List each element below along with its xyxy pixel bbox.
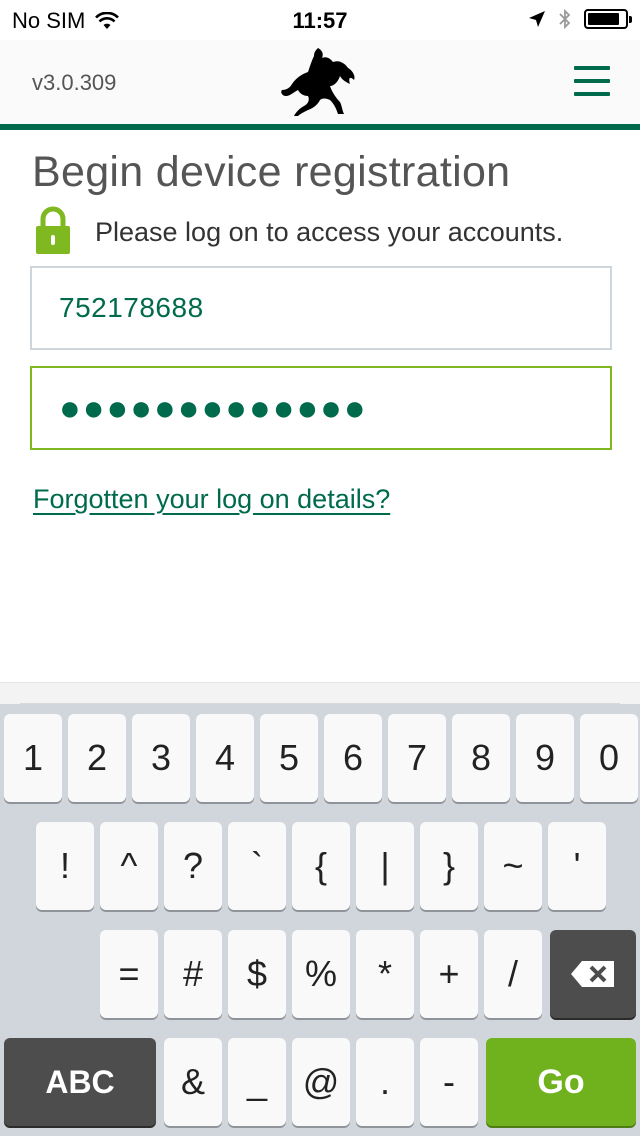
key-symbol[interactable]: + <box>420 930 478 1018</box>
key-symbol[interactable]: ' <box>548 822 606 910</box>
backspace-key[interactable] <box>550 930 636 1018</box>
key-symbol[interactable]: } <box>420 822 478 910</box>
key-symbol[interactable]: ^ <box>100 822 158 910</box>
key-3[interactable]: 3 <box>132 714 190 802</box>
key-2[interactable]: 2 <box>68 714 126 802</box>
key-symbol[interactable]: / <box>484 930 542 1018</box>
battery-icon <box>584 9 632 29</box>
battery-fill <box>588 13 619 25</box>
hamburger-menu-icon <box>574 92 610 96</box>
forgotten-details-link[interactable]: Forgotten your log on details? <box>33 484 390 515</box>
abc-key[interactable]: ABC <box>4 1038 156 1126</box>
key-symbol[interactable]: # <box>164 930 222 1018</box>
intro-text: Please log on to access your accounts. <box>95 217 564 247</box>
padlock-icon <box>36 206 70 254</box>
user-id-field[interactable]: 752178688 <box>30 266 612 350</box>
key-symbol[interactable]: _ <box>228 1038 286 1126</box>
header-divider <box>0 124 640 130</box>
key-4[interactable]: 4 <box>196 714 254 802</box>
app-header: v3.0.309 <box>0 40 640 124</box>
key-symbol[interactable]: . <box>356 1038 414 1126</box>
key-symbol[interactable]: { <box>292 822 350 910</box>
backspace-icon <box>571 961 614 987</box>
key-symbol[interactable]: & <box>164 1038 222 1126</box>
hamburger-menu-icon <box>574 79 610 83</box>
key-symbol[interactable]: | <box>356 822 414 910</box>
keyboard: 1 2 3 4 5 6 7 8 9 0! ^? `{|} ~ ' = # $% * + / ABC & _ @. - Go <box>0 704 640 1136</box>
key-symbol[interactable]: = <box>100 930 158 1018</box>
password-value: ●●●●●●●●●●●●● <box>59 387 368 428</box>
key-symbol[interactable]: % <box>292 930 350 1018</box>
bluetooth-icon <box>559 8 571 30</box>
key-symbol[interactable]: ` <box>228 822 286 910</box>
key-8[interactable]: 8 <box>452 714 510 802</box>
go-key[interactable]: Go <box>486 1038 636 1126</box>
password-field[interactable]: ●●●●●●●●●●●●● <box>30 366 612 450</box>
key-symbol[interactable]: ! <box>36 822 94 910</box>
menu-button[interactable] <box>574 66 610 98</box>
key-symbol[interactable]: * <box>356 930 414 1018</box>
key-symbol[interactable]: $ <box>228 930 286 1018</box>
page-title: Begin device registration <box>32 148 511 196</box>
hamburger-menu-icon <box>574 66 610 70</box>
key-5[interactable]: 5 <box>260 714 318 802</box>
location-arrow-icon <box>529 11 545 27</box>
status-bar: No SIM 11:57 <box>0 0 640 40</box>
version-label: v3.0.309 <box>32 70 117 95</box>
key-0[interactable]: 0 <box>580 714 638 802</box>
key-symbol[interactable]: ? <box>164 822 222 910</box>
key-symbol[interactable]: ~ <box>484 822 542 910</box>
key-6[interactable]: 6 <box>324 714 382 802</box>
black-horse-logo <box>281 48 355 116</box>
key-symbol[interactable]: - <box>420 1038 478 1126</box>
key-1[interactable]: 1 <box>4 714 62 802</box>
key-symbol[interactable]: @ <box>292 1038 350 1126</box>
keyboard-toolbar <box>0 682 640 705</box>
key-9[interactable]: 9 <box>516 714 574 802</box>
status-right <box>528 8 632 30</box>
user-id-value: 752178688 <box>59 292 204 323</box>
key-7[interactable]: 7 <box>388 714 446 802</box>
